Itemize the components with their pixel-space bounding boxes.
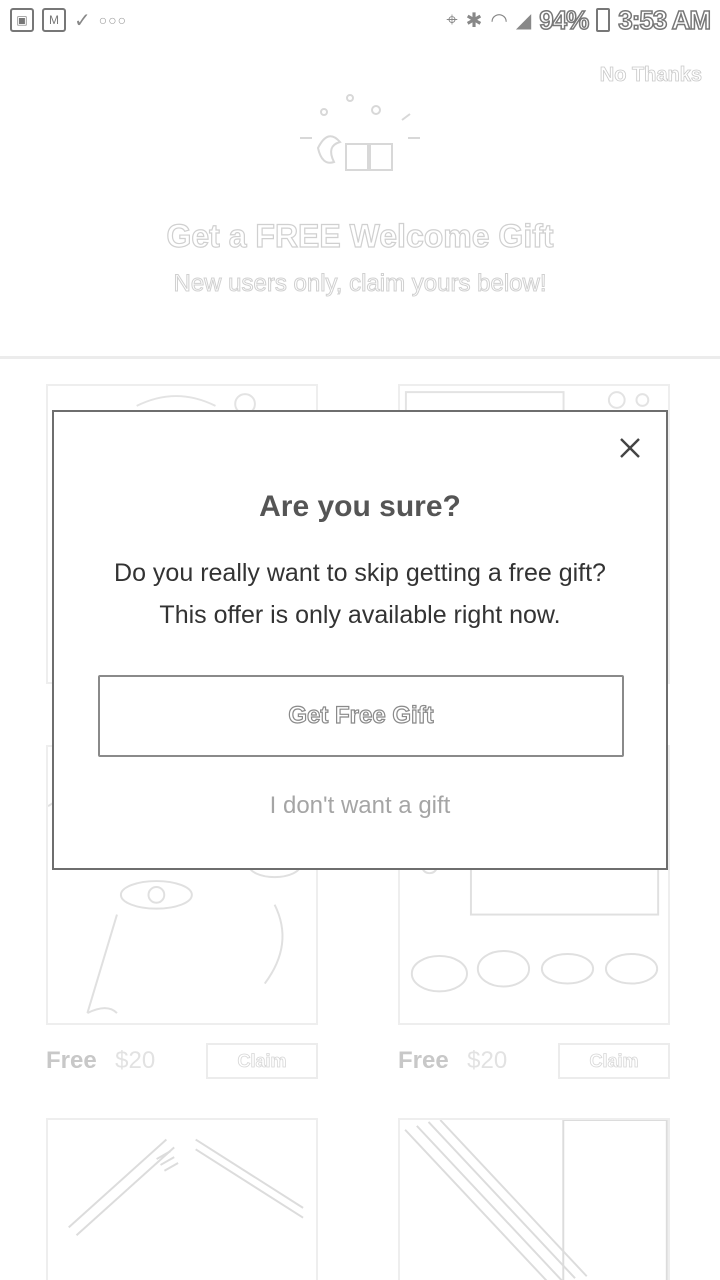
system-icons: ⌖ ✱ ◠ ◢ 94% 3:53 AM: [446, 4, 712, 36]
close-icon[interactable]: [616, 434, 644, 462]
battery-percent: 94%: [538, 4, 590, 36]
product-meta: Free $20 Claim: [398, 1041, 670, 1081]
bluetooth-icon: ✱: [465, 9, 483, 32]
wifi-icon: ◠: [490, 9, 508, 32]
location-icon: ⌖: [446, 8, 458, 31]
clock: 3:53 AM: [618, 4, 712, 36]
battery-icon: [596, 8, 611, 32]
welcome-title: Get a FREE Welcome Gift: [166, 217, 554, 254]
price-original: $20: [115, 1047, 156, 1074]
no-thanks-link[interactable]: No Thanks: [599, 64, 702, 87]
welcome-subtitle: New users only, claim yours below!: [173, 270, 547, 298]
price-free: Free: [46, 1047, 97, 1074]
confirm-dialog: Are you sure? Do you really want to skip…: [52, 410, 668, 870]
checkmark-icon: ✓: [74, 9, 91, 32]
product-card[interactable]: [398, 1118, 670, 1280]
price-original: $20: [467, 1047, 508, 1074]
product-card[interactable]: [46, 1118, 318, 1280]
divider: [0, 356, 720, 359]
product-meta: Free $20 Claim: [46, 1041, 318, 1081]
decline-gift-link[interactable]: I don't want a gift: [54, 792, 666, 820]
price-free: Free: [398, 1047, 449, 1074]
status-bar: ▣ M ✓ ○○○ ⌖ ✱ ◠ ◢ 94% 3:53 AM: [0, 0, 720, 40]
dialog-message: Do you really want to skip getting a fre…: [114, 559, 606, 629]
dialog-title: Are you sure?: [259, 490, 461, 523]
image-icon: ▣: [10, 8, 34, 32]
product-image: [398, 1118, 670, 1280]
claim-button[interactable]: Claim: [558, 1043, 670, 1079]
claim-button[interactable]: Claim: [206, 1043, 318, 1079]
notification-icons: ▣ M ✓ ○○○: [10, 8, 127, 33]
signal-icon: ◢: [515, 9, 532, 32]
more-dots-icon: ○○○: [98, 12, 128, 28]
get-free-gift-button[interactable]: Get Free Gift: [98, 675, 624, 757]
gmail-icon: M: [42, 8, 66, 32]
product-image: [46, 1118, 318, 1280]
gift-logo-icon: [300, 94, 420, 171]
